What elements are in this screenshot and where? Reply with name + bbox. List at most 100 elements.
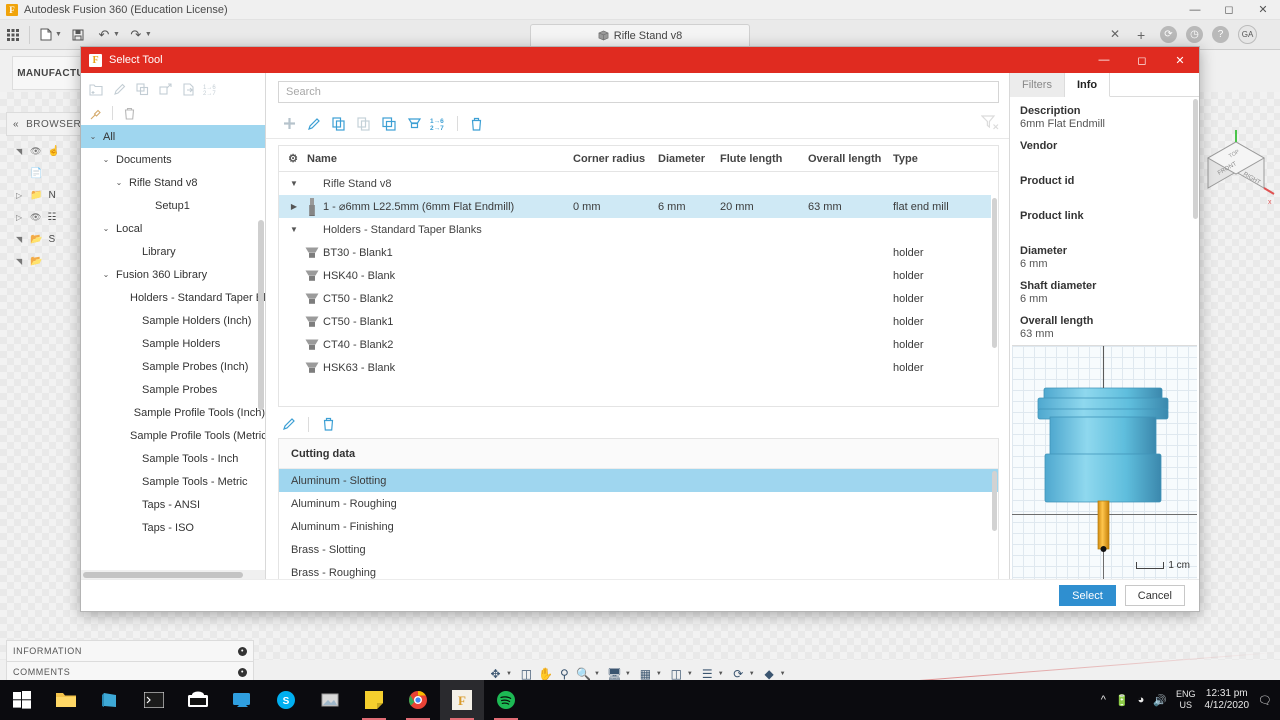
comments-options-icon[interactable]: • — [238, 667, 247, 677]
fusion-close-button[interactable]: ✕ — [1246, 0, 1280, 20]
tool-actions-toolbar[interactable]: 1→6 2→7 — [266, 109, 1009, 139]
document-tab-close-icon[interactable]: ✕ — [1110, 27, 1120, 41]
row-twisty-icon[interactable]: ▼ — [287, 179, 301, 188]
information-options-icon[interactable]: • — [238, 646, 247, 656]
search-input[interactable]: Search — [278, 81, 999, 103]
chrome-icon[interactable] — [396, 680, 440, 720]
expand-triangle-icon[interactable]: ▷ — [16, 213, 24, 222]
info-tab-strip[interactable]: Filters Info — [1010, 73, 1199, 97]
new-library-icon[interactable] — [87, 80, 105, 98]
redo-chevron-icon[interactable]: ▼ — [145, 31, 152, 38]
library-tree-item[interactable]: Sample Holders (Inch) — [81, 309, 265, 332]
tray-expand-icon[interactable]: ^ — [1101, 694, 1106, 706]
remote-desktop-icon[interactable] — [176, 680, 220, 720]
column-header-corner-radius[interactable]: Corner radius — [573, 153, 658, 165]
delete-tool-icon[interactable] — [465, 113, 487, 135]
library-tree-item[interactable]: Library — [81, 240, 265, 263]
volume-icon[interactable]: 🔊 — [1153, 694, 1167, 707]
holder-icon[interactable] — [403, 113, 425, 135]
refresh-icon[interactable]: ⟳ — [1160, 26, 1177, 43]
library-tree-item[interactable]: Sample Probes — [81, 378, 265, 401]
cutting-data-row[interactable]: Brass - Slotting — [279, 538, 998, 561]
tool-grid-row[interactable]: ▶ 1 - ⌀6mm L22.5mm (6mm Flat Endmill) 0 mm… — [279, 195, 998, 218]
terminal-icon[interactable] — [132, 680, 176, 720]
dialog-window-controls[interactable]: — ◻ ✕ — [1085, 47, 1199, 73]
tool-grid-group-row[interactable]: ▼ Rifle Stand v8 — [279, 172, 998, 195]
photos-icon[interactable] — [308, 680, 352, 720]
library-tree-item[interactable]: Sample Probes (Inch) — [81, 355, 265, 378]
library-tree-item[interactable]: Taps - ANSI — [81, 493, 265, 516]
dialog-minimize-button[interactable]: — — [1085, 47, 1123, 73]
row-twisty-icon[interactable]: ▶ — [287, 202, 301, 211]
twisty-icon[interactable]: ⌄ — [100, 270, 112, 279]
tool-grid-row[interactable]: CT50 - Blank1 holder — [279, 310, 998, 333]
copy-tool-icon[interactable] — [328, 113, 350, 135]
eye-icon[interactable]: 👁 — [30, 212, 41, 223]
fusion-minimize-button[interactable]: — — [1178, 0, 1212, 20]
eye-icon[interactable]: 👁 — [30, 146, 41, 157]
library-tree-item[interactable]: Taps - ISO — [81, 516, 265, 539]
library-tree-horizontal-scrollbar[interactable] — [81, 570, 265, 579]
start-button[interactable] — [0, 680, 44, 720]
tool-grid-row[interactable]: CT50 - Blank2 holder — [279, 287, 998, 310]
library-tree-item[interactable]: ⌄ All — [81, 125, 265, 148]
layers-chevron-icon[interactable]: ▼ — [718, 671, 724, 677]
cutting-data-row[interactable]: Aluminum - Roughing — [279, 492, 998, 515]
clock[interactable]: 12:31 pm 4/12/2020 — [1205, 688, 1250, 712]
tool-grid-row[interactable]: HSK63 - Blank holder — [279, 356, 998, 379]
store-icon[interactable] — [88, 680, 132, 720]
library-tree-list[interactable]: ⌄ All ⌄ Documents ⌄ Rifle Stand v8 Setup1 ⌄ Loca… — [81, 125, 265, 579]
row-twisty-icon[interactable]: ▼ — [287, 225, 301, 234]
zoom-chevron-icon[interactable]: ▼ — [594, 671, 600, 677]
new-tab-icon[interactable]: + — [1137, 27, 1145, 43]
delete-library-icon[interactable] — [120, 104, 138, 122]
edit-cutting-data-icon[interactable] — [278, 413, 300, 435]
system-tray[interactable]: ^ 🔋 ◕ 🔊 ENG US 12:31 pm 4/12/2020 🗨 — [1101, 688, 1280, 712]
info-tab-info[interactable]: Info — [1064, 73, 1111, 97]
rename-library-icon[interactable] — [110, 80, 128, 98]
tool-grid-row[interactable]: CT40 - Blank2 holder — [279, 333, 998, 356]
info-tab-filters[interactable]: Filters — [1010, 73, 1065, 97]
fusion-maximize-button[interactable]: ◻ — [1212, 0, 1246, 20]
tool-grid-group-row[interactable]: ▼ Holders - Standard Taper Blanks — [279, 218, 998, 241]
fusion-360-taskbar-icon[interactable]: F — [440, 680, 484, 720]
library-tree-item[interactable]: ⌄ Fusion 360 Library — [81, 263, 265, 286]
refresh-chevron-icon[interactable]: ▼ — [749, 671, 755, 677]
duplicate-tool-icon[interactable] — [378, 113, 400, 135]
clean-library-icon[interactable] — [87, 104, 105, 122]
library-tree-toolbar-row-2[interactable] — [87, 101, 259, 125]
info-vertical-scrollbar[interactable] — [1192, 97, 1199, 317]
orbit-chevron-icon[interactable]: ▼ — [506, 671, 512, 677]
fusion-account-toolbar[interactable]: ⟳ ◷ ? GA — [1160, 25, 1257, 44]
library-tree-toolbar[interactable]: 1→6 2→7 — [81, 73, 265, 125]
library-tree-item[interactable]: ⌄ Rifle Stand v8 — [81, 171, 265, 194]
column-header-name[interactable]: Name — [307, 153, 573, 165]
library-tree-item[interactable]: ⌄ Local — [81, 217, 265, 240]
screen-capture-icon[interactable] — [220, 680, 264, 720]
select-button[interactable]: Select — [1059, 585, 1116, 606]
new-document-chevron-icon[interactable]: ▼ — [55, 31, 62, 38]
delete-cutting-data-icon[interactable] — [317, 413, 339, 435]
library-tree-item[interactable]: Sample Tools - Inch — [81, 447, 265, 470]
grid-settings-gear-icon[interactable]: ⚙ — [279, 152, 307, 165]
fusion-window-controls[interactable]: — ◻ ✕ — [1178, 0, 1280, 20]
tool-grid-body[interactable]: ▼ Rifle Stand v8 ▶ 1 - ⌀6mm L22.5mm (6mm Fl… — [279, 172, 998, 406]
document-tab[interactable]: Rifle Stand v8 — [530, 24, 750, 46]
twisty-icon[interactable]: ⌄ — [100, 224, 112, 233]
library-tree-item[interactable]: ⌄ Documents — [81, 148, 265, 171]
export-library-icon[interactable] — [179, 80, 197, 98]
help-icon[interactable]: ? — [1212, 26, 1229, 43]
save-icon[interactable] — [65, 22, 91, 48]
spotify-icon[interactable] — [484, 680, 528, 720]
undo-chevron-icon[interactable]: ▼ — [113, 31, 120, 38]
column-header-flute-length[interactable]: Flute length — [720, 153, 808, 165]
language-indicator[interactable]: ENG US — [1176, 689, 1196, 711]
cutting-data-vertical-scrollbar[interactable] — [991, 469, 998, 579]
file-explorer-icon[interactable] — [44, 680, 88, 720]
library-tree-item[interactable]: Holders - Standard Taper Blanks — [81, 286, 265, 309]
cutting-data-row[interactable]: Aluminum - Slotting — [279, 469, 998, 492]
clear-filters-icon[interactable] — [980, 114, 999, 133]
battery-icon[interactable]: 🔋 — [1115, 694, 1129, 707]
column-header-overall-length[interactable]: Overall length — [808, 153, 893, 165]
library-tree-toolbar-row-1[interactable]: 1→6 2→7 — [87, 77, 259, 101]
